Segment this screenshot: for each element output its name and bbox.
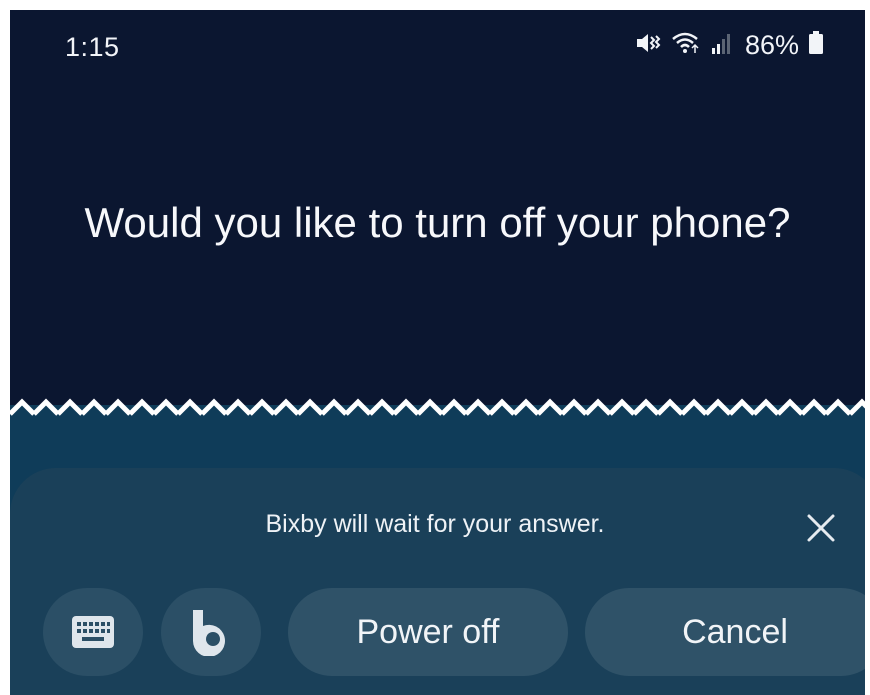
status-bar: 1:15 86% <box>10 10 865 80</box>
keyboard-icon <box>72 616 114 648</box>
cancel-button[interactable]: Cancel <box>585 588 865 676</box>
status-icons: 86% <box>635 30 823 61</box>
dialog-question: Would you like to turn off your phone? <box>84 199 791 246</box>
battery-icon <box>809 31 823 60</box>
bixby-button[interactable] <box>161 588 261 676</box>
mute-vibrate-icon <box>635 31 661 60</box>
status-time: 1:15 <box>65 32 120 62</box>
zigzag-divider <box>10 380 865 426</box>
close-button[interactable] <box>803 510 839 546</box>
power-off-button[interactable]: Power off <box>288 588 568 676</box>
close-icon <box>807 514 835 542</box>
battery-percent: 86% <box>744 30 799 60</box>
bixby-screen: 1:15 86% Would you like to turn off your… <box>10 10 865 695</box>
bixby-icon <box>193 610 225 656</box>
keyboard-button[interactable] <box>43 588 143 676</box>
wifi-icon <box>671 31 701 60</box>
signal-icon <box>711 31 733 60</box>
card-message: Bixby will wait for your answer. <box>265 510 605 538</box>
